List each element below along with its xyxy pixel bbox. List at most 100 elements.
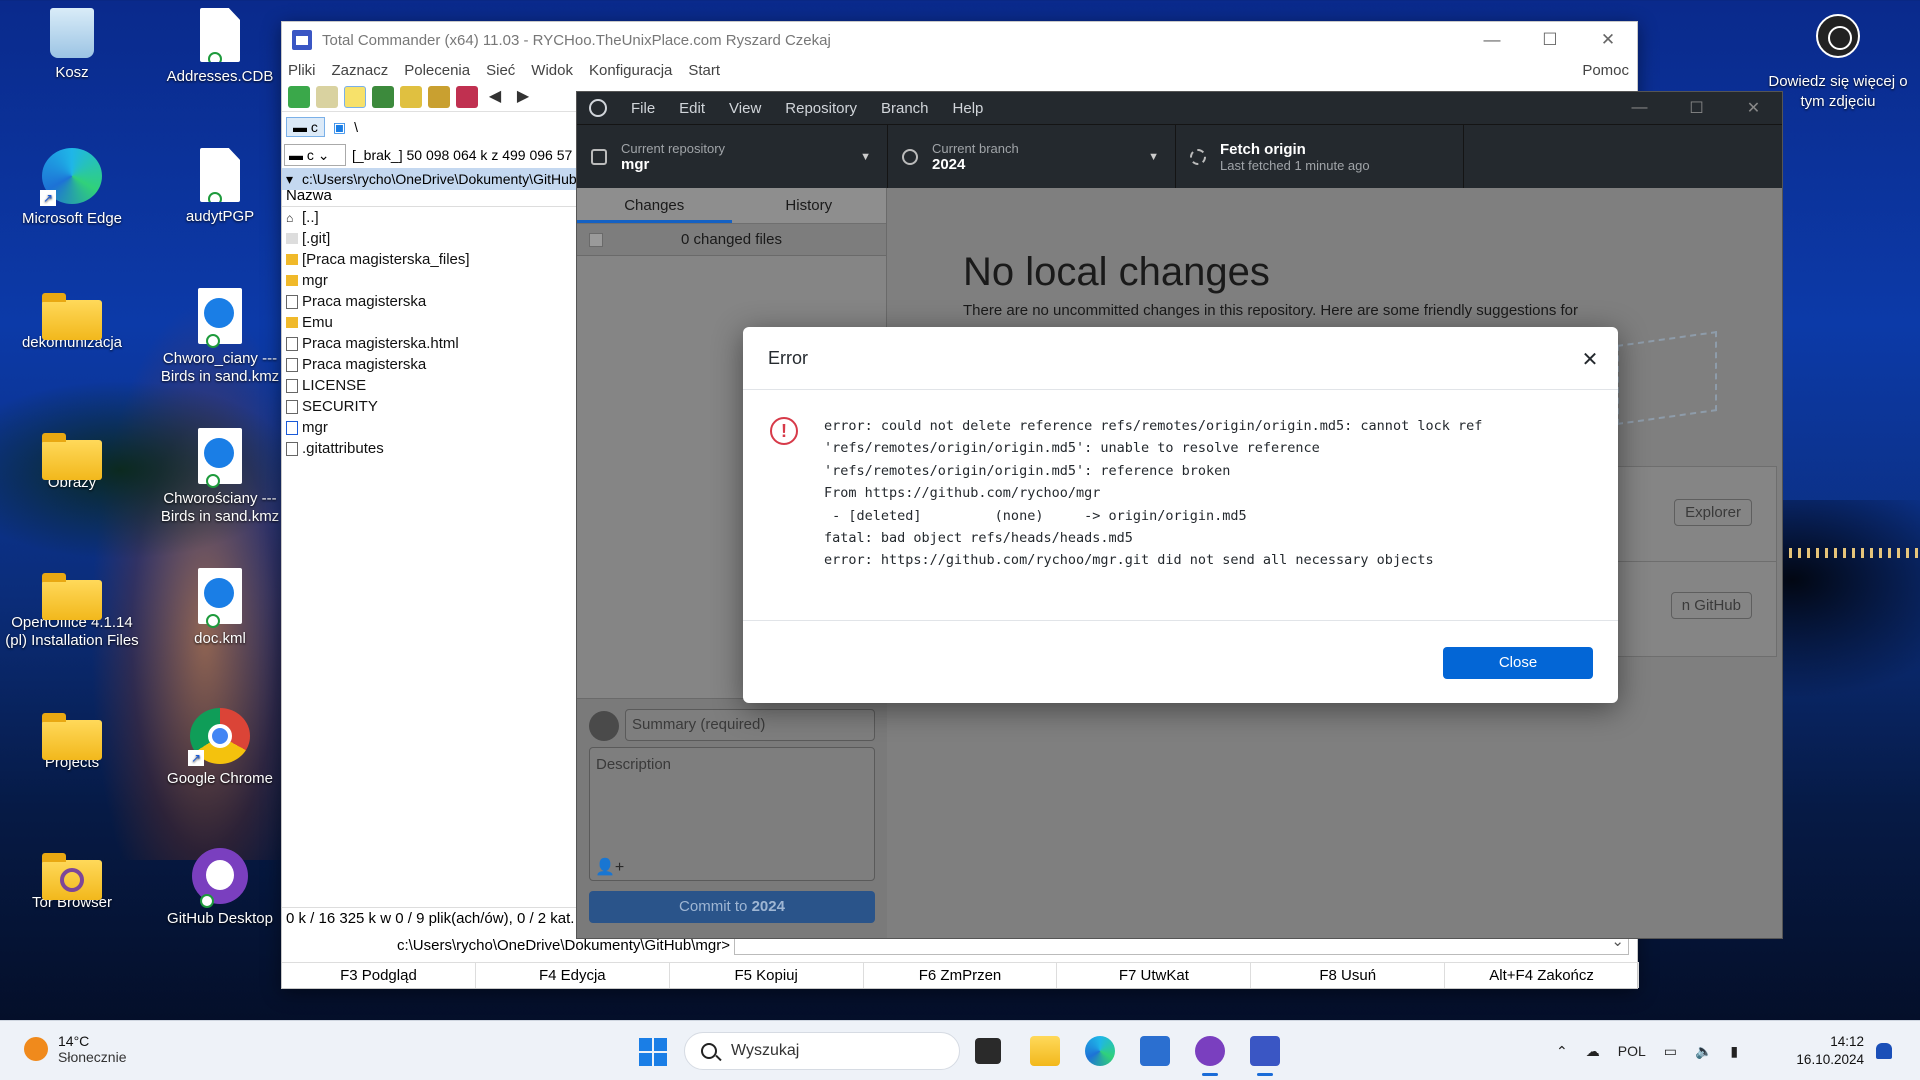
file-row[interactable]: Praca magisterska: [282, 291, 578, 312]
gh-menu-view[interactable]: View: [729, 100, 761, 117]
network-drive-icon[interactable]: ▣: [333, 119, 346, 136]
file-row[interactable]: mgr: [282, 417, 578, 438]
volume-icon[interactable]: 🔈: [1695, 1043, 1712, 1060]
tc-menu-polecenia[interactable]: Polecenia: [404, 62, 470, 79]
minimize-icon[interactable]: —: [1463, 22, 1521, 58]
language-indicator[interactable]: POL: [1618, 1043, 1646, 1059]
altf4-exit-button[interactable]: Alt+F4 Zakończ: [1445, 963, 1640, 988]
file-row[interactable]: ⌂ [..]: [282, 207, 578, 228]
network-icon[interactable]: ▭: [1664, 1043, 1677, 1060]
chevron-up-icon[interactable]: ⌃: [1556, 1043, 1568, 1060]
notification-bell-icon[interactable]: [1876, 1043, 1892, 1059]
f3-view-button[interactable]: F3 Podgląd: [282, 963, 476, 988]
brief-view-icon[interactable]: [316, 85, 338, 108]
tc-menu-siec[interactable]: Sieć: [486, 62, 515, 79]
weather-widget[interactable]: 14°C Słonecznie: [24, 1033, 127, 1065]
file-row[interactable]: .gitattributes: [282, 438, 578, 459]
tc-titlebar[interactable]: Total Commander (x64) 11.03 - RYCHoo.The…: [282, 22, 1637, 58]
desktop-icon-projects[interactable]: Projects: [2, 708, 142, 772]
file-row[interactable]: mgr: [282, 270, 578, 291]
full-view-icon[interactable]: [344, 85, 366, 108]
file-row[interactable]: [.git]: [282, 228, 578, 249]
f6-move-button[interactable]: F6 ZmPrzen: [864, 963, 1058, 988]
close-icon[interactable]: ✕: [1725, 92, 1782, 124]
current-repository-button[interactable]: Current repository mgr ▼: [577, 125, 888, 189]
desktop-icon-audytpgp[interactable]: audytPGP: [150, 148, 290, 226]
file-explorer-icon[interactable]: [1030, 1036, 1060, 1066]
tc-menu-zaznacz[interactable]: Zaznacz: [332, 62, 389, 79]
github-desktop-taskbar-icon[interactable]: [1195, 1036, 1225, 1076]
show-in-explorer-button[interactable]: Explorer: [1674, 499, 1752, 526]
desktop-icon-openoffice[interactable]: OpenOffice 4.1.14 (pl) Installation File…: [2, 568, 142, 650]
close-icon[interactable]: ✕: [1578, 347, 1602, 372]
file-row[interactable]: Praca magisterska: [282, 354, 578, 375]
desktop-icon-dekomunizacja[interactable]: dekomunizacja: [2, 288, 142, 352]
file-row[interactable]: Praca magisterska.html: [282, 333, 578, 354]
f8-delete-button[interactable]: F8 Usuń: [1251, 963, 1446, 988]
task-view-icon[interactable]: [975, 1038, 1001, 1064]
fetch-origin-button[interactable]: Fetch origin Last fetched 1 minute ago: [1176, 125, 1464, 189]
gh-menu-edit[interactable]: Edit: [679, 100, 705, 117]
drive-select[interactable]: ▬ c ⌄: [284, 144, 346, 166]
tc-menu-widok[interactable]: Widok: [531, 62, 573, 79]
desktop-icon-chworosciany[interactable]: Chworościany --- Birds in sand.kmz: [150, 428, 290, 526]
gh-menu-file[interactable]: File: [631, 100, 655, 117]
store-icon[interactable]: [1140, 1036, 1170, 1066]
gh-titlebar[interactable]: File Edit View Repository Branch Help — …: [577, 92, 1782, 124]
gh-menu-repository[interactable]: Repository: [785, 100, 857, 117]
drive-c-button[interactable]: ▬ c: [286, 117, 325, 137]
desktop-icon-addresses[interactable]: Addresses.CDB: [150, 8, 290, 86]
column-header-name[interactable]: Nazwa: [282, 185, 578, 207]
total-commander-taskbar-icon[interactable]: [1250, 1036, 1280, 1076]
thumbnails-icon[interactable]: [372, 85, 394, 108]
f5-copy-button[interactable]: F5 Kopiuj: [670, 963, 864, 988]
tree-icon[interactable]: [400, 85, 422, 108]
minimize-icon[interactable]: —: [1611, 92, 1668, 124]
desktop-icon-chrome[interactable]: ↗ Google Chrome: [150, 708, 290, 788]
refresh-icon[interactable]: [288, 85, 310, 108]
gh-menu-branch[interactable]: Branch: [881, 100, 929, 117]
close-icon[interactable]: ✕: [1579, 22, 1637, 58]
taskbar-search[interactable]: Wyszukaj: [684, 1032, 960, 1070]
desktop-icon-chworo-ciany[interactable]: Chworo_ciany --- Birds in sand.kmz: [150, 288, 290, 386]
onedrive-icon[interactable]: ☁: [1586, 1043, 1600, 1060]
commit-button[interactable]: Commit to 2024: [589, 891, 875, 923]
tc-menu-konfiguracja[interactable]: Konfiguracja: [589, 62, 672, 79]
file-row[interactable]: Emu: [282, 312, 578, 333]
sync-dirs-icon[interactable]: [428, 85, 450, 108]
add-coauthor-icon[interactable]: 👤+: [595, 857, 624, 877]
tc-menu-pomoc[interactable]: Pomoc: [1582, 62, 1629, 79]
current-branch-button[interactable]: Current branch 2024 ▼: [888, 125, 1176, 189]
root-dir-button[interactable]: \: [354, 119, 358, 135]
desktop-icon-tor-browser[interactable]: Tor Browser: [2, 848, 142, 912]
desktop-icon-recycle-bin[interactable]: Kosz: [2, 8, 142, 82]
file-row[interactable]: LICENSE: [282, 375, 578, 396]
edge-taskbar-icon[interactable]: [1085, 1036, 1115, 1066]
description-textarea[interactable]: Description: [589, 747, 875, 881]
file-row[interactable]: SECURITY: [282, 396, 578, 417]
summary-input[interactable]: Summary (required): [625, 709, 875, 741]
pack-icon[interactable]: [456, 85, 478, 108]
maximize-icon[interactable]: ☐: [1521, 22, 1579, 58]
f7-mkdir-button[interactable]: F7 UtwKat: [1057, 963, 1252, 988]
clock[interactable]: 14:12 16.10.2024: [1794, 1033, 1864, 1069]
forward-arrow-icon[interactable]: ▶: [512, 86, 534, 108]
desktop-icon-github-desktop[interactable]: GitHub Desktop: [150, 848, 290, 928]
close-button[interactable]: Close: [1443, 647, 1593, 679]
start-button[interactable]: [639, 1038, 667, 1066]
desktop-icon-obrazy[interactable]: Obrazy: [2, 428, 142, 492]
tc-menu-pliki[interactable]: Pliki: [288, 62, 316, 79]
desktop-icon-edge[interactable]: ↗ Microsoft Edge: [2, 148, 142, 228]
maximize-icon[interactable]: ☐: [1668, 92, 1725, 124]
tab-history[interactable]: History: [732, 188, 887, 223]
view-on-github-button[interactable]: n GitHub: [1670, 592, 1752, 619]
file-row[interactable]: [Praca magisterska_files]: [282, 249, 578, 270]
f4-edit-button[interactable]: F4 Edycja: [476, 963, 670, 988]
tc-menu-start[interactable]: Start: [688, 62, 720, 79]
battery-icon[interactable]: ▮: [1730, 1043, 1738, 1060]
gh-menu-help[interactable]: Help: [953, 100, 984, 117]
select-all-checkbox[interactable]: [589, 233, 603, 247]
desktop-icon-doc-kml[interactable]: doc.kml: [150, 568, 290, 648]
back-arrow-icon[interactable]: ◀: [484, 86, 506, 108]
tab-changes[interactable]: Changes: [577, 188, 732, 223]
